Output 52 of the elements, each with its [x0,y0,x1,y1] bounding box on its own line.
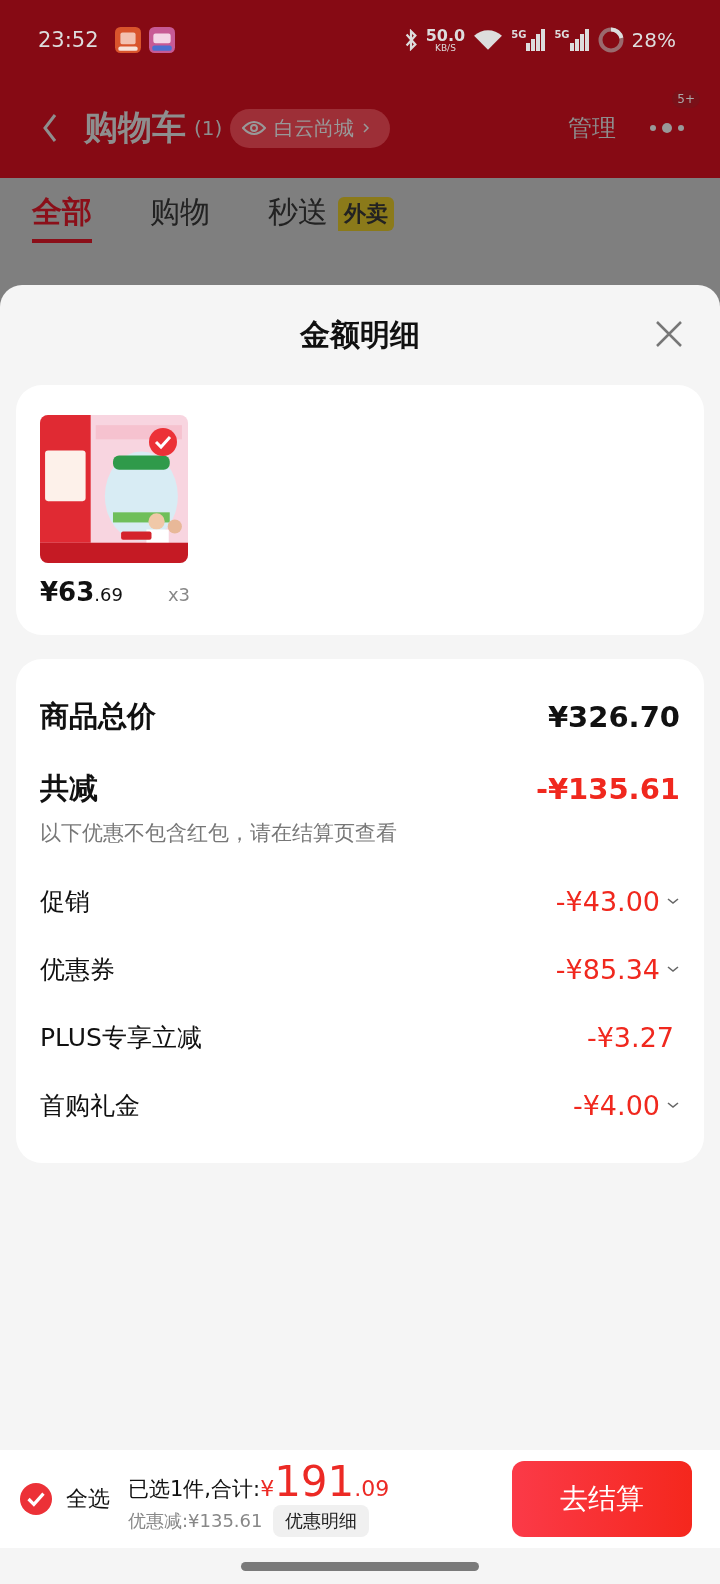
saving-text: 优惠减:¥135.61 [128,1509,263,1533]
discount-label: 促销 [40,885,90,918]
back-icon[interactable] [42,113,58,143]
wifi-icon [473,29,504,51]
checkout-button[interactable]: 去结算 [512,1461,692,1537]
discount-amount: -¥135.61 [535,772,680,806]
checkbox-icon[interactable] [20,1483,52,1515]
selected-summary: 已选1件,合计: [128,1476,261,1503]
signal-icon [526,29,547,51]
notification-badge: 5+ [672,90,700,108]
eye-icon [242,120,267,136]
category-tab[interactable]: 全部 [32,185,92,243]
discount-note: 以下优惠不包含红包，请在结算页查看 [40,820,398,847]
checkbox-icon[interactable] [148,427,178,457]
sheet-title: 金额明细 [300,315,420,354]
discount-amount: -¥4.00 [572,1089,660,1121]
discount-amount: -¥43.00 [555,885,660,917]
summary-amount: ¥326.70 [547,700,680,734]
select-all-label[interactable]: 全选 [66,1484,110,1514]
discount-label: 首购礼金 [40,1089,140,1122]
summary-label: 商品总价 [40,698,156,735]
discount-amount: -¥3.27 [586,1021,674,1053]
battery-icon [597,27,624,53]
network-speed: 50.0 KB/S [425,27,466,53]
total-price: ¥191.09 [260,1461,390,1503]
summary-label: 共减 [40,770,98,807]
bluetooth-icon [403,29,418,51]
manage-button[interactable]: 管理 [568,112,616,144]
status-time: 23:52 [38,28,99,52]
page-title: 购物车 [84,106,186,149]
discount-label: 优惠券 [40,953,115,986]
chevron-icon [362,122,371,134]
quantity: x3 [167,584,190,605]
discount-label: PLUS专享立减 [40,1021,202,1054]
network-type: 5G [511,29,527,40]
battery-level: 28% [631,28,676,52]
app-icon [148,27,175,53]
tab-tag: 外卖 [338,197,394,231]
chevron-down-icon[interactable] [666,897,680,905]
discount-detail-button[interactable]: 优惠明细 [272,1505,369,1537]
category-tab[interactable]: 购物 [150,185,210,243]
network-type: 5G [554,29,570,40]
chevron-down-icon[interactable] [666,965,680,973]
signal-icon [569,29,590,51]
item-count: (1) [194,116,223,140]
chevron-down-icon[interactable] [666,1101,680,1109]
unit-price: ¥63.69 [40,577,123,607]
app-icon [114,27,141,53]
discount-amount: -¥85.34 [555,953,660,985]
close-icon[interactable] [654,319,684,349]
store-chip[interactable]: 白云尚城 [230,108,391,148]
category-tab[interactable]: 秒送 [268,185,328,243]
